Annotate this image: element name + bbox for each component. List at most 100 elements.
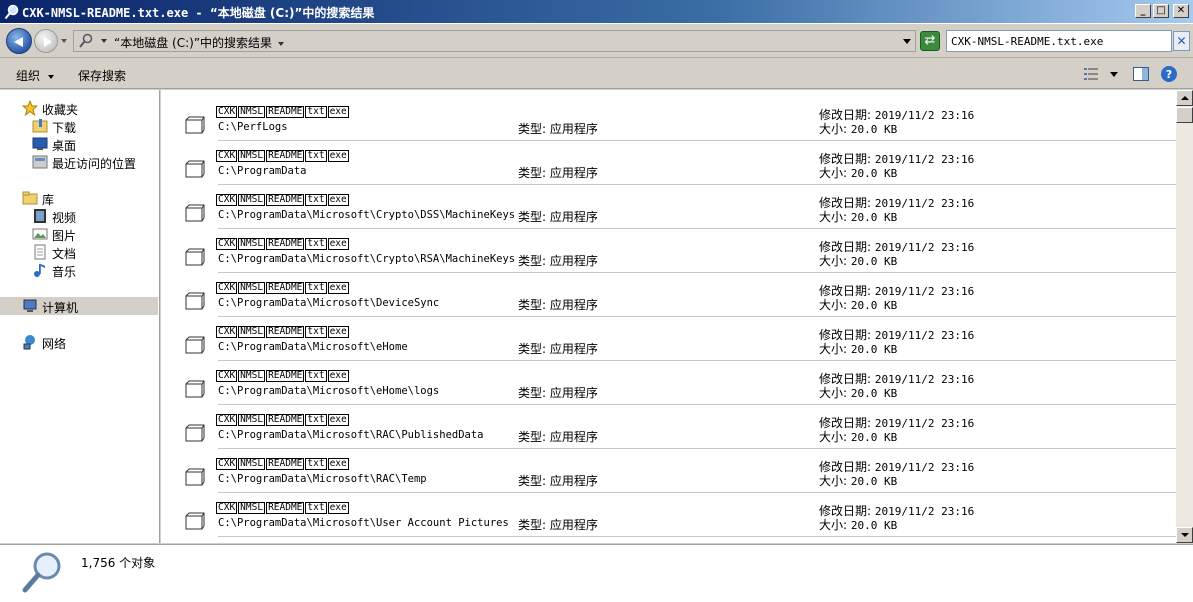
forward-button[interactable] xyxy=(34,29,58,53)
file-name-part: CXK xyxy=(216,106,238,118)
maximize-button[interactable]: □ xyxy=(1153,4,1169,18)
result-row[interactable]: CXK NMSL README txt exe C:\ProgramData\Micros… xyxy=(161,360,1176,404)
type-value: 应用程序 xyxy=(549,518,598,532)
refresh-button[interactable]: ⇄ xyxy=(920,31,940,51)
save-search-button[interactable]: 保存搜索 xyxy=(78,67,126,84)
file-type: 类型: 应用程序 xyxy=(518,164,598,181)
clear-search-button[interactable]: ✕ xyxy=(1173,31,1190,51)
nav-recent-places[interactable]: 最近访问的位置 xyxy=(0,153,158,171)
size-label: 大小: xyxy=(819,342,848,356)
type-value: 应用程序 xyxy=(549,298,598,312)
nav-music[interactable]: 音乐 xyxy=(0,261,158,279)
file-name[interactable]: CXK NMSL README txt exe xyxy=(216,150,349,163)
type-value: 应用程序 xyxy=(549,430,598,444)
file-name[interactable]: CXK NMSL README txt exe xyxy=(216,106,349,119)
help-icon[interactable]: ? xyxy=(1160,65,1178,83)
file-type: 类型: 应用程序 xyxy=(518,252,598,269)
address-breadcrumb[interactable]: “本地磁盘 (C:)”中的搜索结果 xyxy=(114,34,285,51)
file-name-part: CXK xyxy=(216,282,238,294)
file-size: 大小: 20.0 KB xyxy=(819,208,897,225)
file-name-part: README xyxy=(266,106,305,118)
nav-desktop[interactable]: 桌面 xyxy=(0,135,158,153)
type-label: 类型: xyxy=(518,342,547,356)
nav-downloads[interactable]: 下载 xyxy=(0,117,158,135)
address-bar[interactable]: “本地磁盘 (C:)”中的搜索结果 xyxy=(73,30,916,52)
nav-computer[interactable]: 计算机 xyxy=(0,297,158,315)
result-row[interactable]: CXK NMSL README txt exe C:\ProgramData 类型: 应用程… xyxy=(161,140,1176,184)
nav-documents[interactable]: 文档 xyxy=(0,243,158,261)
result-row[interactable]: CXKNMSLREADMEtxtexe修改日期: xyxy=(161,536,1176,543)
file-path: C:\ProgramData\Microsoft\User Account Pi… xyxy=(218,517,509,529)
nav-videos[interactable]: 视频 xyxy=(0,207,158,225)
file-name[interactable]: CXK NMSL README txt exe xyxy=(216,414,349,427)
search-box[interactable] xyxy=(946,30,1172,52)
address-chevron-icon[interactable] xyxy=(101,39,107,43)
scroll-up-button[interactable] xyxy=(1176,90,1193,106)
change-view-icon[interactable] xyxy=(1082,65,1100,83)
organize-button[interactable]: 组织 xyxy=(16,67,55,84)
search-input[interactable] xyxy=(947,31,1171,51)
preview-pane-icon[interactable] xyxy=(1132,65,1150,83)
result-row[interactable]: CXK NMSL README txt exe C:\PerfLogs 类型: 应用程序 修改… xyxy=(161,96,1176,140)
row-divider xyxy=(218,272,1176,273)
result-row[interactable]: CXK NMSL README txt exe C:\ProgramData\Micros… xyxy=(161,184,1176,228)
result-row[interactable]: CXK NMSL README txt exe C:\ProgramData\Micros… xyxy=(161,272,1176,316)
chevron-down-icon[interactable] xyxy=(278,41,285,46)
nav-network-label: 网络 xyxy=(42,337,67,351)
result-row[interactable]: CXK NMSL README txt exe C:\ProgramData\Micros… xyxy=(161,404,1176,448)
file-name[interactable]: CXK NMSL README txt exe xyxy=(216,326,349,339)
scroll-down-button[interactable] xyxy=(1176,527,1193,543)
type-label: 类型: xyxy=(518,166,547,180)
folder-icon xyxy=(185,160,205,178)
window-title-separator: - xyxy=(188,6,210,20)
nav-libraries-label: 库 xyxy=(42,193,55,207)
window-title: CXK-NMSL-README.txt.exe - “本地磁盘 (C:)”中的搜… xyxy=(22,4,374,21)
nav-libraries[interactable]: 库 xyxy=(0,189,158,207)
file-name-part: README xyxy=(266,458,305,470)
row-divider xyxy=(218,140,1176,141)
file-path: C:\ProgramData xyxy=(218,165,307,177)
recent-pages-dropdown[interactable] xyxy=(61,39,67,43)
folder-icon xyxy=(185,512,205,530)
file-name[interactable]: CXK NMSL README txt exe xyxy=(216,370,349,383)
file-name[interactable]: CXK NMSL README txt exe xyxy=(216,194,349,207)
file-name-part: txt xyxy=(305,326,327,338)
nav-network[interactable]: 网络 xyxy=(0,333,158,351)
file-type: 类型: 应用程序 xyxy=(518,384,598,401)
file-name[interactable]: CXK NMSL README txt exe xyxy=(216,238,349,251)
close-button[interactable]: ✕ xyxy=(1173,4,1189,18)
nav-computer-label: 计算机 xyxy=(42,301,79,315)
file-name-part: README xyxy=(266,282,305,294)
back-button[interactable] xyxy=(6,28,32,54)
file-name-part: NMSL xyxy=(238,414,266,426)
result-row[interactable]: CXK NMSL README txt exe C:\ProgramData\Micros… xyxy=(161,492,1176,536)
vertical-scrollbar[interactable] xyxy=(1176,90,1193,543)
network-icon xyxy=(23,335,35,350)
address-dropdown-icon[interactable] xyxy=(903,39,911,44)
title-bar[interactable]: CXK-NMSL-README.txt.exe - “本地磁盘 (C:)”中的搜… xyxy=(0,0,1193,24)
file-name-part: txt xyxy=(305,150,327,162)
nav-favorites[interactable]: 收藏夹 xyxy=(0,99,158,117)
file-path: C:\ProgramData\Microsoft\Crypto\RSA\Mach… xyxy=(218,253,516,265)
details-pane: 1,756 个对象 xyxy=(0,544,1193,602)
file-type: 类型: 应用程序 xyxy=(518,120,598,137)
minimize-button[interactable]: _ xyxy=(1135,4,1151,18)
result-row[interactable]: CXK NMSL README txt exe C:\ProgramData\Micros… xyxy=(161,316,1176,360)
size-label: 大小: xyxy=(819,122,848,136)
size-value: 20.0 KB xyxy=(850,255,898,268)
file-name[interactable]: CXK NMSL README txt exe xyxy=(216,282,349,295)
view-options-dropdown[interactable] xyxy=(1110,72,1118,77)
library-icon xyxy=(22,191,38,205)
file-name-part: README xyxy=(266,326,305,338)
nav-pictures[interactable]: 图片 xyxy=(0,225,158,243)
scroll-thumb[interactable] xyxy=(1176,107,1193,123)
folder-icon xyxy=(185,336,205,354)
file-name[interactable]: CXK NMSL README txt exe xyxy=(216,458,349,471)
search-results-list[interactable]: CXK NMSL README txt exe C:\PerfLogs 类型: 应用程序 修改… xyxy=(161,90,1176,543)
result-row[interactable]: CXK NMSL README txt exe C:\ProgramData\Micros… xyxy=(161,228,1176,272)
file-name[interactable]: CXK NMSL README txt exe xyxy=(216,502,349,515)
file-name-part: exe xyxy=(327,326,349,338)
result-row[interactable]: CXK NMSL README txt exe C:\ProgramData\Micros… xyxy=(161,448,1176,492)
size-label: 大小: xyxy=(819,210,848,224)
size-label: 大小: xyxy=(819,254,848,268)
